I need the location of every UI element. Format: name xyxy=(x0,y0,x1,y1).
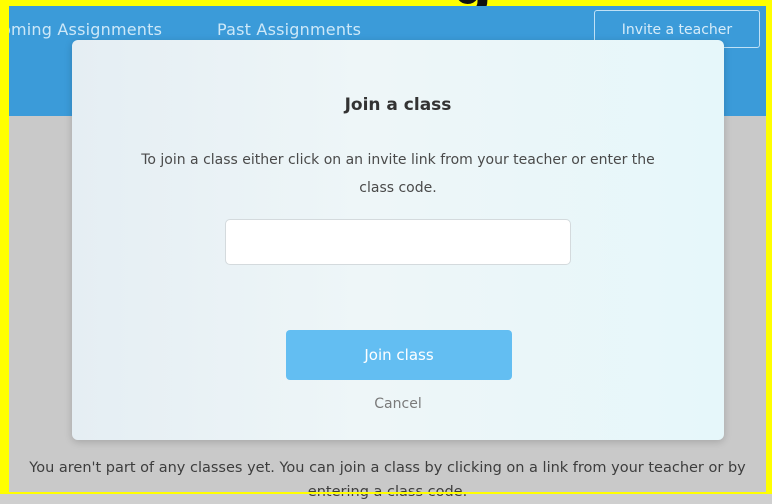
frame-right xyxy=(766,0,772,494)
nav-upcoming-assignments[interactable]: oming Assignments xyxy=(1,20,162,39)
join-class-modal: Join a class To join a class either clic… xyxy=(72,40,724,440)
modal-title: Join a class xyxy=(344,95,452,115)
modal-description: To join a class either click on an invit… xyxy=(141,152,655,196)
banner-glyph: g xyxy=(452,0,532,6)
cancel-link[interactable]: Cancel xyxy=(72,396,724,412)
nav-past-assignments[interactable]: Past Assignments xyxy=(217,20,361,39)
class-code-input[interactable] xyxy=(225,219,571,265)
frame-top xyxy=(0,0,772,6)
join-class-button[interactable]: Join class xyxy=(286,330,512,380)
empty-state-message: You aren't part of any classes yet. You … xyxy=(29,460,746,500)
frame-left xyxy=(0,0,9,494)
